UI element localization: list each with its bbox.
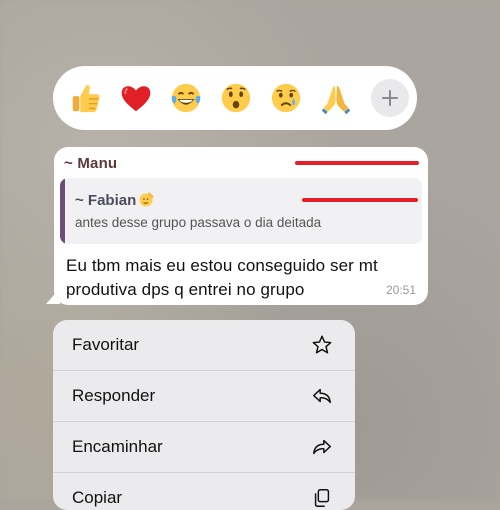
quoted-sender: ~ Fabian [75,190,156,212]
plus-icon [382,90,398,106]
forward-icon [313,439,331,455]
redacted-quote-phone [302,198,418,202]
message-bubble[interactable]: ~ Manu ~ Fabian antes desse grupo passav… [54,147,428,305]
thumbs-up-reaction[interactable] [67,79,105,117]
surprised-face-icon [221,83,251,113]
sender-name: ~ Manu [64,155,118,172]
message-text: Eu tbm mais eu estou conseguido ser mt p… [66,254,406,302]
message-line-1: Eu tbm mais eu estou conseguido ser mt [66,256,378,275]
menu-item-label: Favoritar [72,335,140,354]
message-timestamp: 20:51 [385,283,416,297]
thumbs-up-icon [72,85,100,113]
folded-hands-icon [321,85,351,115]
reply-icon [313,388,331,404]
surprised-reaction[interactable] [217,79,255,117]
quote-accent-bar [60,178,65,244]
message-line-2: produtiva dps q entrei no grupo [66,280,305,299]
reaction-bar [53,66,417,130]
copy-icon [314,489,330,507]
pray-reaction[interactable] [317,79,355,117]
redacted-phone [295,161,419,165]
menu-item-favoritar[interactable]: Favoritar [53,320,355,371]
menu-item-responder[interactable]: Responder [53,371,355,422]
context-menu: Favoritar Responder Encaminhar Copiar [53,320,355,510]
quoted-text: antes desse grupo passava o dia deitada [75,215,322,230]
quoted-message[interactable]: ~ Fabian antes desse grupo passava o dia… [60,178,422,244]
tears-of-joy-icon [171,83,201,113]
more-reactions-button[interactable] [371,79,409,117]
saluting-face-icon [138,190,156,212]
red-heart-icon [121,86,151,112]
crying-face-icon [271,83,301,113]
menu-item-copiar[interactable]: Copiar [53,473,355,510]
quoted-sender-label: ~ Fabian [75,192,137,209]
laughing-reaction[interactable] [167,79,205,117]
menu-item-label: Responder [72,386,156,405]
menu-item-encaminhar[interactable]: Encaminhar [53,422,355,473]
heart-reaction[interactable] [117,79,155,117]
menu-item-label: Encaminhar [72,437,163,456]
star-icon [312,335,332,354]
menu-item-label: Copiar [72,488,123,507]
crying-reaction[interactable] [267,79,305,117]
